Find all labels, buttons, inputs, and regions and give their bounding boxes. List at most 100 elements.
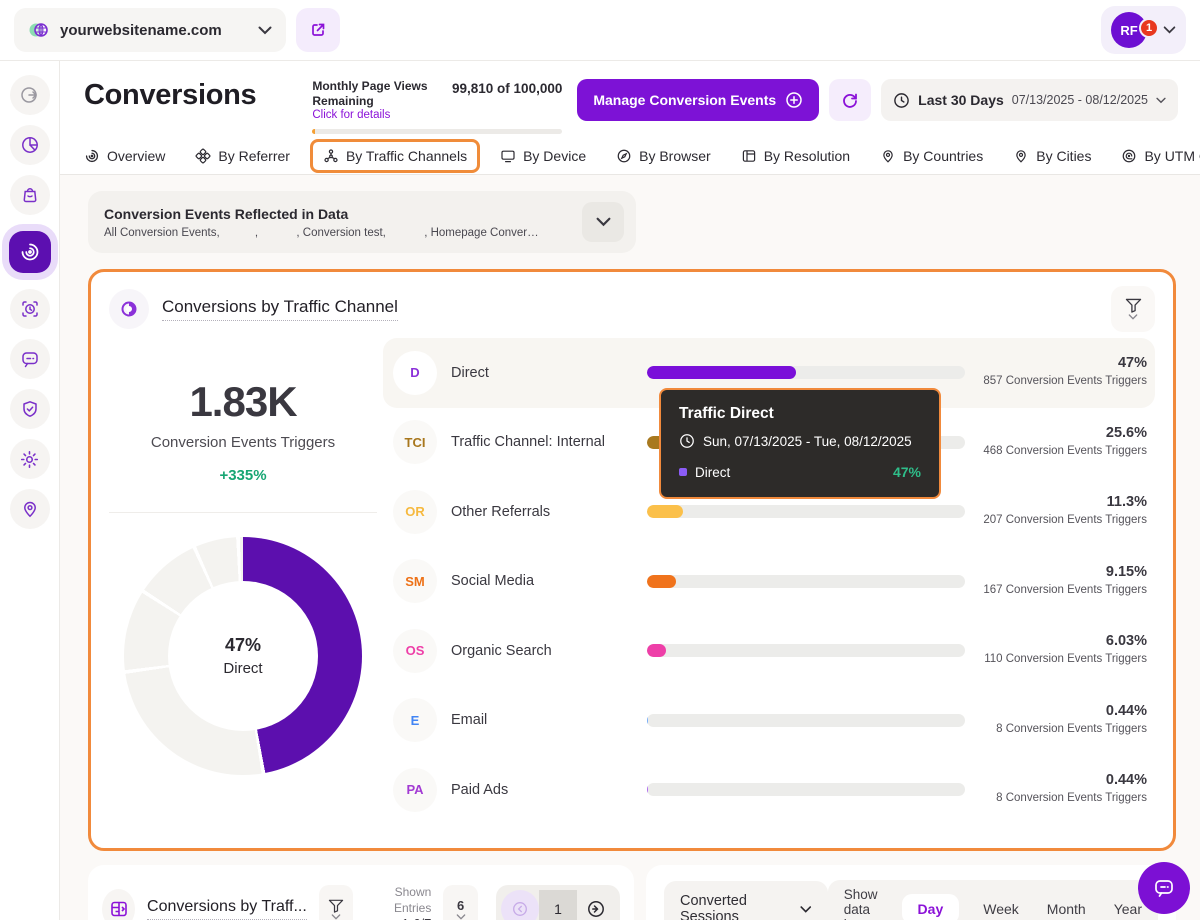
channel-row-paid-ads[interactable]: PA Paid Ads 0.44%8 Conversion Events Tri…	[383, 755, 1155, 825]
tab-by-browser[interactable]: By Browser	[616, 148, 711, 164]
tab-by-device[interactable]: By Device	[500, 148, 586, 164]
avatar: RF 1	[1111, 12, 1147, 48]
channel-percent: 11.3%	[979, 494, 1147, 510]
filter-chevron-icon	[1128, 314, 1138, 320]
quota-progressbar	[312, 129, 562, 134]
tab-by-referrer[interactable]: By Referrer	[195, 148, 290, 164]
channel-bar-fill	[647, 505, 683, 518]
channel-bar	[647, 505, 965, 518]
quota-details-link[interactable]: Click for details	[312, 109, 444, 121]
total-conversions-label: Conversion Events Triggers	[109, 434, 377, 451]
settings-icon[interactable]	[10, 439, 50, 479]
channel-bar-fill	[647, 366, 796, 379]
metric-dropdown[interactable]: Converted Sessions	[664, 881, 828, 920]
donut-center: 47% Direct	[168, 581, 318, 731]
website-globe-icon	[28, 19, 50, 41]
tab-by-resolution[interactable]: By Resolution	[741, 148, 850, 164]
date-chevron-icon	[1156, 97, 1166, 104]
channel-count: 8 Conversion Events Triggers	[979, 790, 1147, 807]
period-week[interactable]: Week	[983, 901, 1019, 917]
manage-conversion-events-button[interactable]: Manage Conversion Events	[577, 79, 819, 121]
channel-count: 110 Conversion Events Triggers	[979, 651, 1147, 668]
notification-badge: 1	[1139, 18, 1159, 38]
channel-percent: 9.15%	[979, 564, 1147, 580]
resolution-icon	[741, 148, 757, 164]
total-conversions-value: 1.83K	[109, 378, 377, 426]
channel-count: 857 Conversion Events Triggers	[979, 373, 1147, 390]
table-filter-button[interactable]	[319, 885, 354, 920]
card-filter-button[interactable]	[1111, 286, 1155, 332]
report-tabs: Overview By Referrer By Traffic Channels…	[60, 140, 1200, 175]
channel-row-social-media[interactable]: SM Social Media 9.15%167 Conversion Even…	[383, 547, 1155, 617]
ecommerce-icon[interactable]	[10, 175, 50, 215]
channel-label: Organic Search	[451, 643, 633, 659]
channel-bar-fill	[647, 644, 666, 657]
channel-count: 8 Conversion Events Triggers	[979, 721, 1147, 738]
locations-icon[interactable]	[10, 489, 50, 529]
traffic-donut-chart[interactable]: 47% Direct	[124, 537, 362, 775]
channel-label: Traffic Channel: Internal	[451, 434, 633, 450]
website-selector[interactable]: yourwebsitename.com	[14, 8, 286, 52]
channel-label: Social Media	[451, 573, 633, 589]
account-menu[interactable]: RF 1	[1101, 6, 1186, 54]
tab-by-utm-campaign[interactable]: By UTM Campaign	[1121, 148, 1200, 164]
prev-page-button[interactable]	[501, 890, 539, 920]
chat-bubble-icon	[1152, 876, 1176, 900]
channel-row-email[interactable]: E Email 0.44%8 Conversion Events Trigger…	[383, 686, 1155, 756]
tooltip-date-range: Sun, 07/13/2025 - Tue, 08/12/2025	[703, 434, 912, 449]
summary-column: 1.83K Conversion Events Triggers +335% 4…	[109, 338, 377, 825]
channel-bar-fill	[647, 575, 676, 588]
tab-overview[interactable]: Overview	[84, 148, 165, 164]
current-page[interactable]: 1	[539, 890, 577, 920]
channel-row-organic-search[interactable]: OS Organic Search 6.03%110 Conversion Ev…	[383, 616, 1155, 686]
channel-bar-fill	[647, 783, 648, 796]
channel-badge: TCI	[393, 420, 437, 464]
tab-by-traffic-channels[interactable]: By Traffic Channels	[310, 139, 480, 173]
conversions-icon[interactable]	[9, 231, 51, 273]
channel-label: Paid Ads	[451, 782, 633, 798]
open-website-button[interactable]	[296, 8, 340, 52]
next-page-button[interactable]	[577, 890, 615, 920]
dashboard-icon[interactable]	[10, 125, 50, 165]
card-title: Conversions by Traffic Channel	[162, 297, 398, 321]
collapse-sidebar-icon[interactable]	[10, 75, 50, 115]
page-header: Conversions Monthly Page Views Remaining…	[60, 61, 1200, 140]
privacy-icon[interactable]	[10, 389, 50, 429]
utm-fingerprint-icon	[1121, 148, 1137, 164]
feedback-icon[interactable]	[10, 339, 50, 379]
channel-label: Other Referrals	[451, 504, 633, 520]
channel-count: 167 Conversion Events Triggers	[979, 582, 1147, 599]
refresh-button[interactable]	[829, 79, 871, 121]
sessions-icon[interactable]	[10, 289, 50, 329]
channel-badge: D	[393, 351, 437, 395]
quota-block: Monthly Page Views Remaining Click for d…	[312, 79, 562, 134]
browser-icon	[616, 148, 632, 164]
tooltip-series-name: Direct	[695, 465, 730, 480]
tab-by-cities[interactable]: By Cities	[1013, 148, 1091, 164]
content-area: Conversion Events Reflected in Data All …	[60, 175, 1200, 920]
account-chevron-icon	[1163, 26, 1176, 34]
period-day[interactable]: Day	[902, 894, 960, 920]
quota-value: 99,810 of 100,000	[452, 81, 562, 96]
channel-bar	[647, 783, 965, 796]
channel-label: Email	[451, 712, 633, 728]
page-title: Conversions	[84, 79, 256, 112]
cities-pin-icon	[1013, 148, 1029, 164]
support-chat-button[interactable]	[1138, 862, 1190, 914]
tooltip-title: Traffic Direct	[679, 405, 921, 423]
banner-expand-button[interactable]	[582, 202, 624, 242]
sidebar	[0, 61, 60, 920]
period-year[interactable]: Year	[1114, 901, 1142, 917]
channel-badge: OR	[393, 490, 437, 534]
page-size-selector[interactable]: 6	[443, 885, 478, 920]
funnel-icon	[1125, 298, 1142, 313]
quota-label: Monthly Page Views Remaining	[312, 79, 444, 109]
date-range-picker[interactable]: Last 30 Days 07/13/2025 - 08/12/2025	[881, 79, 1178, 121]
plus-circle-icon	[785, 91, 803, 109]
external-link-icon	[309, 21, 327, 39]
period-month[interactable]: Month	[1047, 901, 1086, 917]
channel-badge: E	[393, 698, 437, 742]
top-bar: yourwebsitename.com RF 1	[0, 0, 1200, 60]
tab-by-countries[interactable]: By Countries	[880, 148, 983, 164]
banner-subtitle: All Conversion Events, , , Conversion te…	[104, 227, 544, 239]
